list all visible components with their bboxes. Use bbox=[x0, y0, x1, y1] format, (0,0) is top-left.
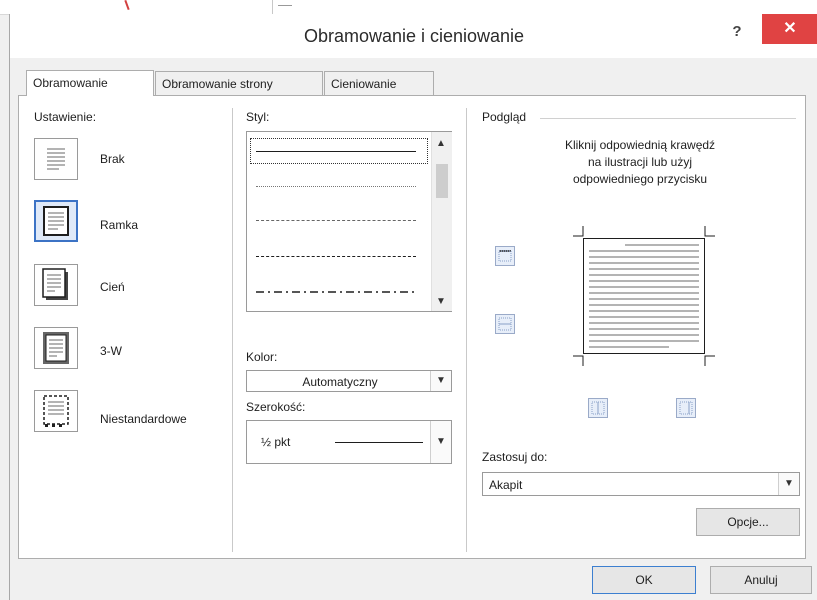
scroll-up-icon[interactable]: ▲ bbox=[436, 138, 446, 149]
close-icon: ✕ bbox=[783, 20, 797, 37]
column-divider bbox=[232, 108, 233, 552]
column-divider bbox=[466, 108, 467, 552]
tab-label: Obramowanie bbox=[33, 76, 108, 90]
setting-label: 3-W bbox=[100, 344, 122, 358]
preview-heading-rule bbox=[540, 118, 796, 119]
instruction-line: odpowiedniego przycisku bbox=[572, 172, 708, 186]
tab-borders[interactable]: Obramowanie bbox=[26, 70, 154, 96]
color-value: Automatyczny bbox=[302, 375, 378, 389]
ok-button[interactable]: OK bbox=[592, 566, 696, 594]
settings-heading: Ustawienie: bbox=[34, 110, 97, 124]
custom-border-icon bbox=[43, 395, 69, 427]
color-dropdown[interactable]: Automatyczny ▼ bbox=[246, 370, 452, 392]
style-heading: Styl: bbox=[246, 110, 270, 124]
apply-to-dropdown[interactable]: Akapit ▼ bbox=[482, 472, 800, 496]
ruler-separator bbox=[272, 0, 273, 14]
chevron-down-icon[interactable]: ▼ bbox=[430, 421, 451, 463]
help-button[interactable]: ? bbox=[722, 20, 752, 44]
apply-to-value: Akapit bbox=[489, 478, 523, 492]
left-border-icon bbox=[591, 401, 605, 415]
preview-instructions: Kliknij odpowiednią krawędź na ilustracj… bbox=[500, 137, 780, 188]
close-button[interactable]: ✕ bbox=[762, 14, 817, 44]
chevron-down-icon[interactable]: ▼ bbox=[778, 473, 799, 495]
tab-label: Cieniowanie bbox=[331, 77, 397, 91]
width-label: Szerokość: bbox=[246, 400, 306, 414]
ruler-mark bbox=[278, 5, 292, 6]
right-border-button[interactable] bbox=[676, 398, 696, 418]
spellcheck-mark bbox=[124, 0, 130, 11]
style-option-dashed[interactable] bbox=[256, 256, 416, 257]
preview-corner-marks bbox=[573, 226, 715, 366]
setting-label: Cień bbox=[100, 280, 125, 294]
borders-and-shading-dialog: Obramowanie i cieniowanie ? ✕ Obramowani… bbox=[9, 14, 817, 600]
setting-shadow-option[interactable] bbox=[34, 264, 78, 306]
shadow-border-icon bbox=[42, 268, 68, 300]
top-border-icon bbox=[498, 250, 512, 262]
3d-border-icon bbox=[43, 332, 69, 364]
width-dropdown[interactable]: ½ pkt ▼ bbox=[246, 420, 452, 464]
width-line-sample bbox=[335, 442, 423, 443]
instruction-line: na ilustracji lub użyj bbox=[587, 155, 693, 169]
cancel-button[interactable]: Anuluj bbox=[710, 566, 812, 594]
left-border-button[interactable] bbox=[588, 398, 608, 418]
setting-custom-option[interactable] bbox=[34, 390, 78, 432]
tab-shading[interactable]: Cieniowanie bbox=[324, 71, 434, 95]
style-option-dotted[interactable] bbox=[256, 186, 416, 187]
tab-label: Obramowanie strony bbox=[162, 77, 273, 91]
inside-horizontal-border-icon bbox=[498, 317, 512, 331]
preview-heading: Podgląd bbox=[482, 110, 527, 124]
width-value: ½ pkt bbox=[261, 435, 291, 449]
setting-label: Brak bbox=[100, 152, 125, 166]
style-option-dashed-small[interactable] bbox=[256, 220, 416, 221]
box-border-icon bbox=[43, 206, 69, 236]
instruction-line: Kliknij odpowiednią krawędź bbox=[564, 138, 716, 152]
setting-none-option[interactable] bbox=[34, 138, 78, 180]
top-border-button[interactable] bbox=[495, 246, 515, 266]
setting-label: Niestandardowe bbox=[100, 412, 187, 426]
chevron-down-icon[interactable]: ▼ bbox=[430, 371, 451, 391]
setting-label: Ramka bbox=[100, 218, 139, 232]
apply-to-label: Zastosuj do: bbox=[482, 450, 548, 464]
document-background-strip bbox=[0, 0, 817, 15]
right-border-icon bbox=[679, 401, 693, 415]
options-button[interactable]: Opcje... bbox=[696, 508, 800, 536]
dialog-title: Obramowanie i cieniowanie bbox=[303, 26, 525, 46]
style-option-solid[interactable] bbox=[256, 151, 416, 152]
dash-dot-line bbox=[256, 291, 416, 293]
setting-box-option[interactable] bbox=[34, 200, 78, 242]
tab-page-border[interactable]: Obramowanie strony bbox=[155, 71, 323, 95]
scroll-down-icon[interactable]: ▼ bbox=[436, 296, 446, 307]
scroll-thumb[interactable] bbox=[436, 164, 448, 198]
setting-3d-option[interactable] bbox=[34, 327, 78, 369]
color-label: Kolor: bbox=[246, 350, 278, 364]
no-border-icon bbox=[47, 148, 65, 170]
middle-border-button[interactable] bbox=[495, 314, 515, 334]
style-scrollbar[interactable]: ▲ ▼ bbox=[431, 132, 452, 311]
